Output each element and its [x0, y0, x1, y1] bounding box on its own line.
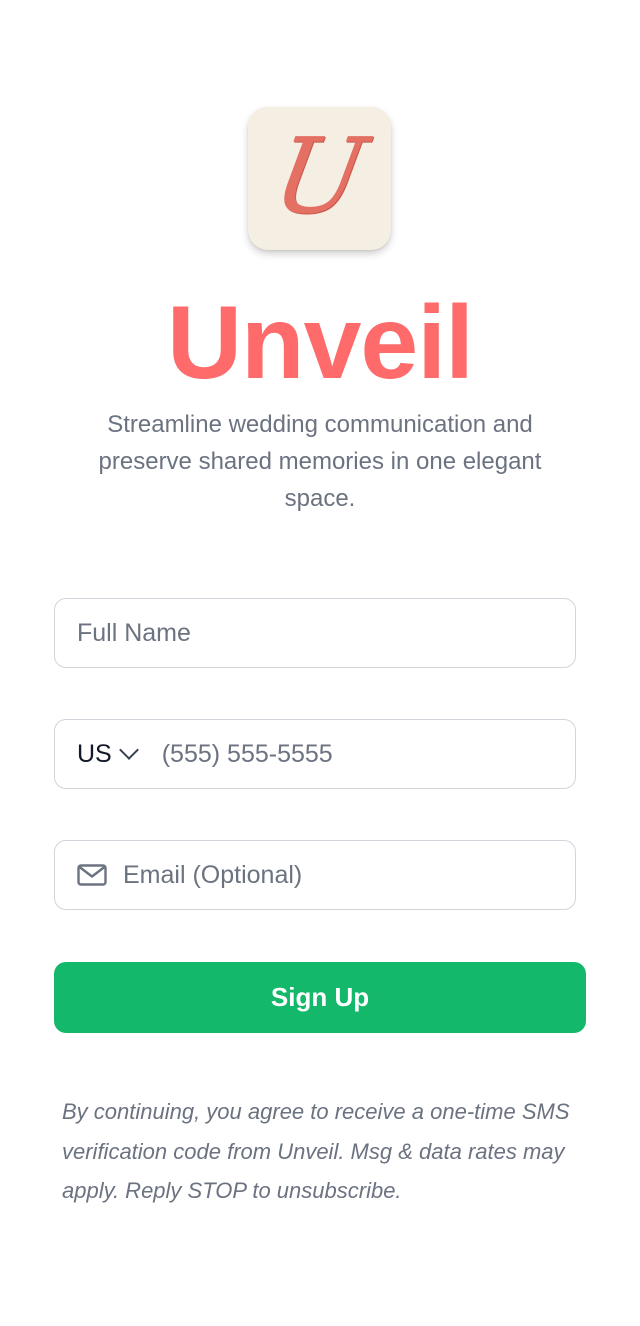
email-field[interactable]: [54, 840, 576, 910]
full-name-field[interactable]: [54, 598, 576, 668]
country-code-selector[interactable]: US: [77, 739, 139, 769]
country-code-label: US: [77, 739, 112, 768]
app-title: Unveil: [166, 285, 474, 401]
app-logo: U: [248, 107, 391, 250]
mail-icon: [77, 864, 107, 886]
app-tagline: Streamline wedding communication and pre…: [98, 411, 542, 512]
phone-input[interactable]: [161, 720, 575, 788]
sign-up-button[interactable]: Sign Up: [54, 962, 586, 1033]
phone-field[interactable]: US: [54, 719, 576, 789]
signup-screen: U Unveil Streamline wedding communicatio…: [0, 0, 640, 1326]
email-input[interactable]: [123, 841, 575, 909]
chevron-down-icon: [118, 740, 139, 760]
full-name-input[interactable]: [77, 599, 575, 667]
sms-disclaimer: By continuing, you agree to receive a on…: [62, 1099, 570, 1203]
logo-letter: U: [264, 114, 375, 237]
